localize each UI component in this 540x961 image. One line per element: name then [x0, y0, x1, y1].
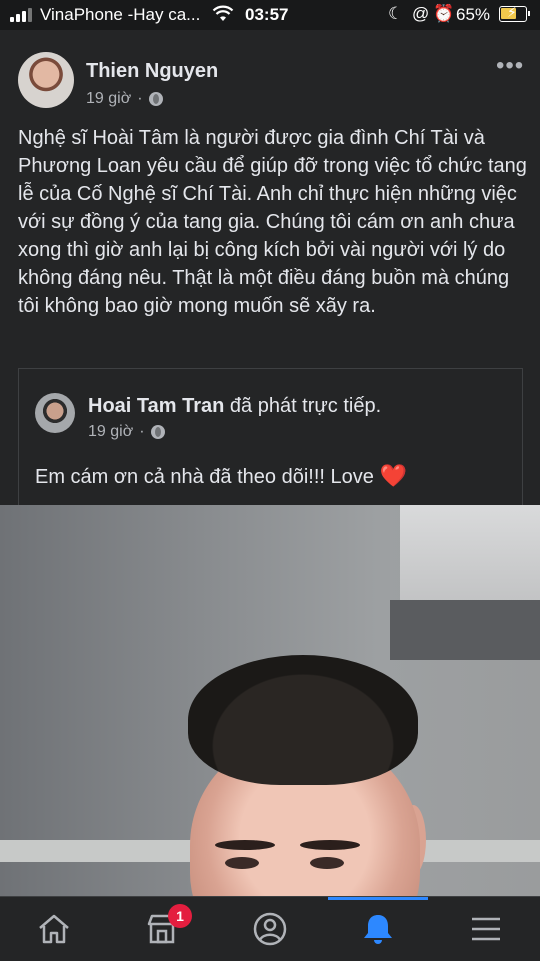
shared-time[interactable]: 19 giờ — [88, 423, 133, 441]
battery-percent: 65% — [456, 5, 491, 24]
battery-charging-icon: ⚡ — [499, 4, 530, 22]
post-text: Nghệ sĩ Hoài Tâm là người được gia đình … — [18, 127, 527, 317]
marketplace-badge: 1 — [168, 904, 192, 928]
video-background-beam — [390, 600, 540, 660]
live-video[interactable] — [0, 505, 540, 896]
alarm-icon: ⏰ — [433, 4, 455, 23]
video-background-panel — [400, 505, 540, 615]
home-icon[interactable] — [36, 911, 72, 947]
post-author[interactable]: Thien Nguyen — [86, 60, 218, 83]
bottom-navigation — [0, 896, 540, 961]
signal-icon — [10, 8, 32, 22]
shared-post[interactable]: Hoai Tam Tran đã phát trực tiếp. 19 giờ … — [18, 368, 523, 509]
menu-icon[interactable] — [468, 911, 504, 947]
post-time[interactable]: 19 giờ — [86, 90, 131, 108]
profile-icon[interactable] — [252, 911, 288, 947]
post-card: Thien Nguyen 19 giờ · ••• Nghệ sĩ Hoài T… — [0, 30, 540, 896]
heart-emoji: ❤️ — [379, 463, 407, 488]
meta-separator: · — [137, 90, 143, 107]
globe-icon — [150, 425, 165, 439]
shared-author[interactable]: Hoai Tam Tran — [88, 395, 224, 417]
post-meta: 19 giờ · — [86, 90, 163, 108]
shared-post-meta: 19 giờ · — [88, 423, 165, 441]
active-tab-indicator — [328, 897, 428, 900]
at-icon: @ — [412, 4, 430, 23]
wifi-icon — [212, 5, 234, 28]
clock: 03:57 — [245, 5, 289, 24]
notifications-icon[interactable] — [360, 911, 396, 947]
carrier-name: VinaPhone -Hay ca... — [40, 5, 201, 24]
shared-author-avatar[interactable] — [35, 393, 75, 433]
shared-action: đã phát trực tiếp. — [229, 395, 382, 417]
globe-icon — [148, 92, 163, 106]
video-person-eye — [310, 857, 344, 869]
video-person-brow — [300, 840, 360, 850]
shared-post-text: Em cám ơn cả nhà đã theo dõi!!! Love ❤️ — [35, 463, 407, 489]
author-avatar[interactable] — [18, 52, 74, 108]
video-person-brow — [215, 840, 275, 850]
video-person-eye — [225, 857, 259, 869]
shared-meta-separator: · — [139, 423, 145, 440]
moon-icon: ☾ — [388, 4, 404, 23]
shared-post-header: Hoai Tam Tran đã phát trực tiếp. — [88, 395, 381, 418]
shared-text: Em cám ơn cả nhà đã theo dõi!!! Love — [35, 466, 374, 488]
video-person-hair — [188, 655, 418, 785]
status-bar: VinaPhone -Hay ca... 03:57 ☾ @ ⏰ 65% ⚡ — [0, 0, 540, 30]
more-options-button[interactable]: ••• — [496, 52, 524, 80]
